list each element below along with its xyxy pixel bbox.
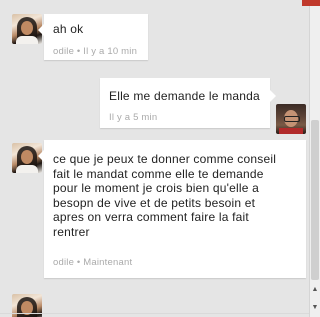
message-text: ce que je peux te donner comme conseil f… bbox=[53, 152, 277, 239]
avatar-glasses-shape bbox=[284, 116, 300, 122]
notification-badge-icon bbox=[302, 0, 320, 6]
message-bubble-sent: Elle me demande le manda Il y a 5 min bbox=[100, 78, 276, 128]
scrollbar-thumb[interactable] bbox=[311, 120, 319, 280]
message-text: ah ok bbox=[53, 22, 84, 36]
chat-conversation: ah ok odile • Il y a 10 min Elle me dema… bbox=[0, 0, 310, 317]
message-meta: Il y a 5 min bbox=[109, 112, 158, 123]
divider bbox=[0, 313, 310, 314]
avatar-face-shape bbox=[21, 150, 33, 164]
avatar-face-shape bbox=[21, 21, 33, 35]
scroll-down-arrow-icon[interactable]: ▼ bbox=[310, 303, 320, 313]
my-avatar[interactable] bbox=[276, 104, 306, 134]
avatar-shirt-shape bbox=[16, 165, 38, 173]
avatar-shirt-shape bbox=[16, 36, 38, 44]
avatar-collar-shape bbox=[279, 128, 303, 134]
chat-scrollbar[interactable]: ▲ ▼ bbox=[302, 0, 320, 317]
scroll-up-arrow-icon[interactable]: ▲ bbox=[310, 285, 320, 295]
message-meta: odile • Il y a 10 min bbox=[53, 46, 138, 57]
message-bubble-received: ce que je peux te donner comme conseil f… bbox=[38, 140, 306, 278]
message-text: Elle me demande le manda bbox=[109, 89, 260, 103]
message-bubble-received: ah ok odile • Il y a 10 min bbox=[38, 14, 148, 60]
message-meta: odile • Maintenant bbox=[53, 257, 133, 268]
